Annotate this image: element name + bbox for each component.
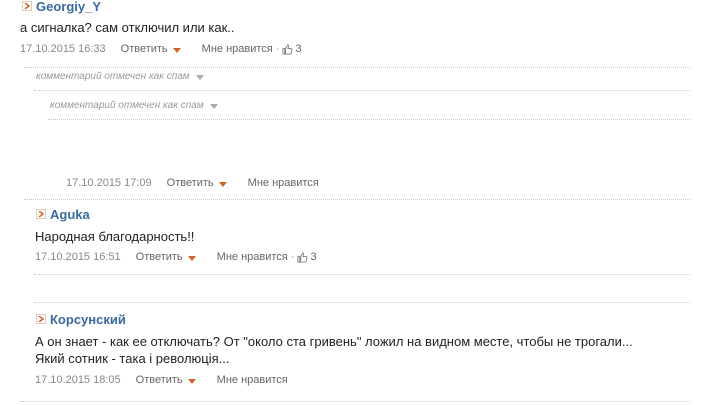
like-count: 3: [310, 251, 317, 263]
separator-dot: ·: [275, 43, 280, 55]
comment-author-row: Georgiy_Y: [22, 0, 101, 14]
comment-date: 17.10.2015 16:51: [35, 251, 121, 263]
divider: [34, 274, 690, 275]
comment-author[interactable]: Aguka: [50, 207, 90, 222]
like-button[interactable]: Мне нравится: [248, 177, 319, 189]
comment-meta: 17.10.2015 16:33 Ответить Мне нравится ·…: [20, 43, 302, 55]
like-button[interactable]: Мне нравится: [217, 374, 288, 386]
like-count: 3: [295, 43, 302, 55]
reply-dropdown-icon[interactable]: [172, 47, 181, 53]
divider: [34, 90, 690, 91]
reply-dropdown-icon[interactable]: [187, 255, 196, 261]
comment-text: Народная благодарность!!: [35, 229, 195, 244]
chevron-down-icon[interactable]: [209, 104, 218, 109]
comment-text-line: А он знает - как ее отключать? От "около…: [35, 334, 633, 349]
reply-dropdown-icon[interactable]: [187, 378, 196, 384]
arrow-right-icon: [22, 1, 32, 11]
reply-button[interactable]: Ответить: [136, 374, 183, 386]
reply-dropdown-icon[interactable]: [218, 181, 227, 187]
comment-author[interactable]: Georgiy_Y: [36, 0, 101, 14]
thumbs-up-icon: [297, 252, 308, 262]
comment-text-line: Який сотник - така і революція...: [35, 351, 230, 366]
thumbs-up-icon: [282, 44, 293, 54]
spam-note-label: комментарий отмечен как спам: [36, 71, 190, 82]
divider: [48, 119, 690, 120]
comment-author-row: Корсунский: [36, 311, 126, 327]
comment-meta: 17.10.2015 16:51 Ответить Мне нравится ·…: [35, 251, 317, 263]
spam-note: комментарий отмечен как спам: [50, 100, 218, 111]
reply-button[interactable]: Ответить: [136, 251, 183, 263]
arrow-right-icon: [36, 209, 46, 219]
separator-dot: ·: [290, 251, 295, 263]
like-button[interactable]: Мне нравится: [217, 251, 288, 263]
reply-button[interactable]: Ответить: [167, 177, 214, 189]
comment-date: 17.10.2015 17:09: [66, 177, 152, 189]
comment-text: а сигналка? сам отключил или как..: [20, 20, 235, 35]
like-button[interactable]: Мне нравится: [202, 43, 273, 55]
comment-date: 17.10.2015 16:33: [20, 43, 106, 55]
comment-meta: 17.10.2015 17:09 Ответить Мне нравится: [66, 177, 319, 189]
reply-button[interactable]: Ответить: [121, 43, 168, 55]
spam-note-label: комментарий отмечен как спам: [50, 100, 204, 111]
arrow-right-icon: [36, 314, 46, 324]
chevron-down-icon[interactable]: [195, 75, 204, 80]
comment-meta: 17.10.2015 18:05 Ответить Мне нравится: [35, 374, 288, 386]
comment-author-row: Aguka: [36, 206, 90, 222]
divider: [20, 401, 690, 402]
comment-date: 17.10.2015 18:05: [35, 374, 121, 386]
spam-note: комментарий отмечен как спам: [36, 71, 204, 82]
comment-author[interactable]: Корсунский: [50, 312, 126, 327]
divider: [24, 199, 690, 200]
divider: [24, 67, 690, 68]
divider: [34, 302, 690, 303]
